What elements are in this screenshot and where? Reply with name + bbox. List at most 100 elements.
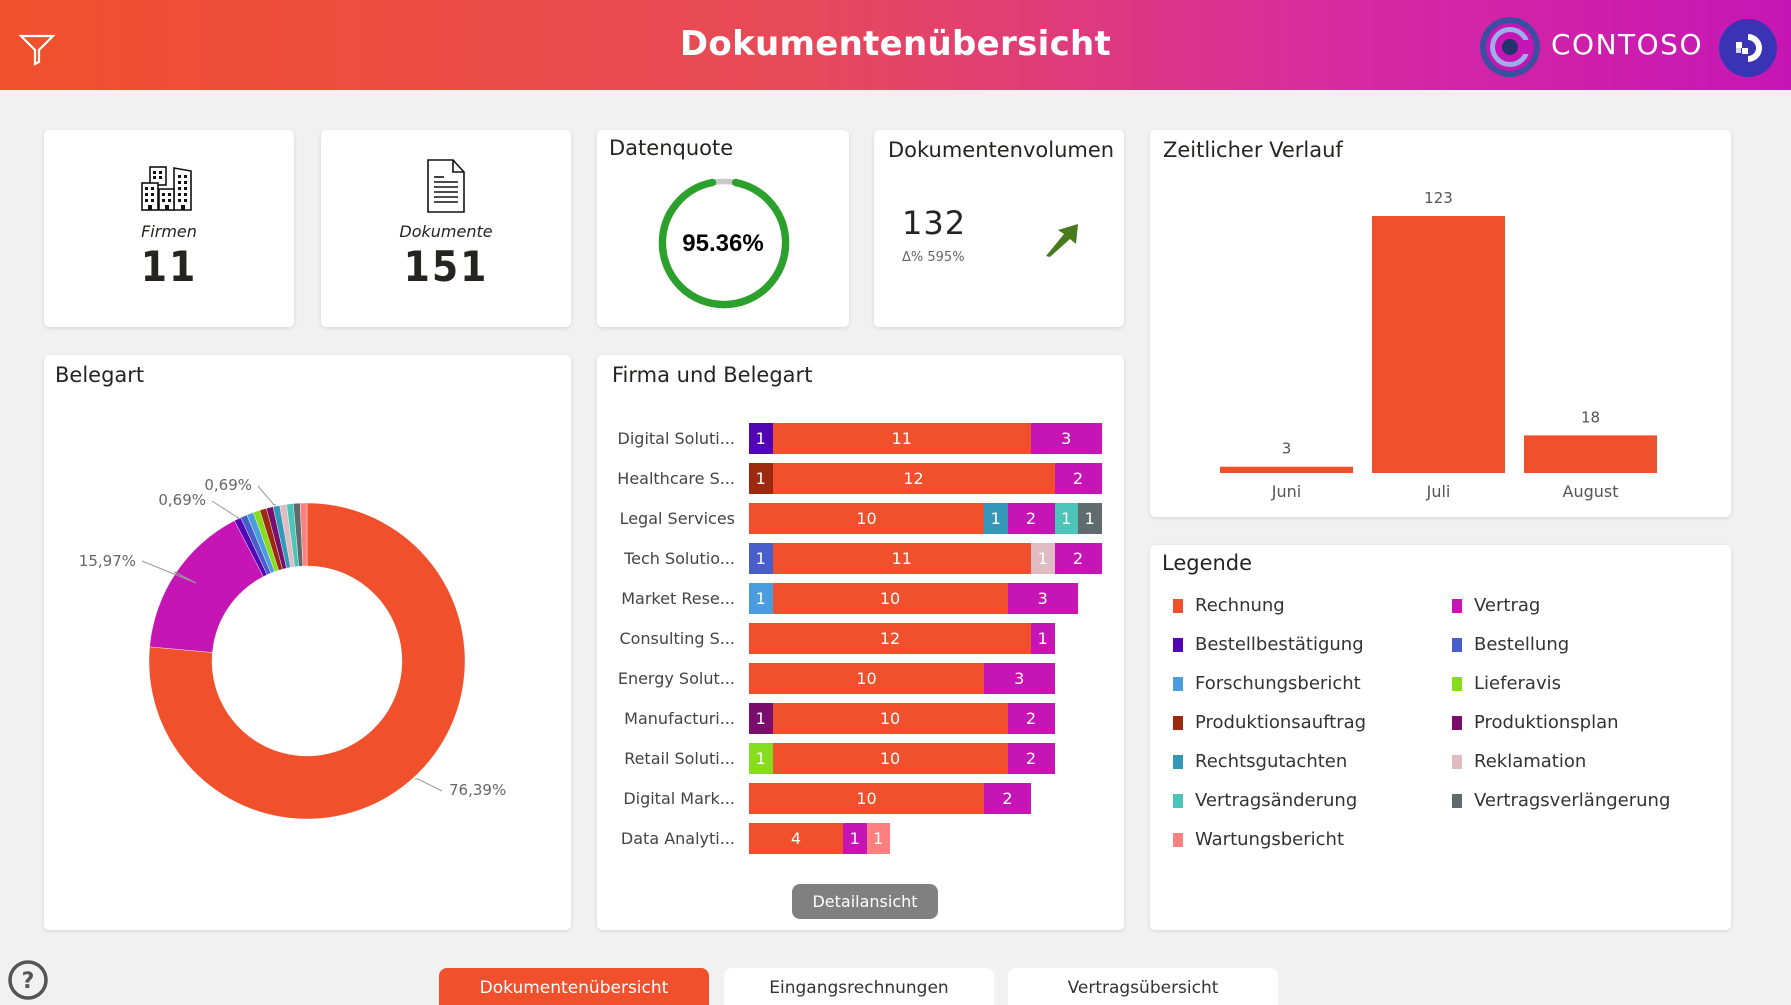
- kpi-card-volumen: Dokumentenvolumen 132 Δ% 595%: [874, 130, 1124, 327]
- legend-label: Vertrag: [1474, 595, 1541, 616]
- legend-item[interactable]: Produktionsplan: [1452, 712, 1619, 733]
- column-axis-label: August: [1563, 482, 1619, 501]
- legend-swatch: [1452, 754, 1462, 769]
- legend-swatch: [1173, 637, 1183, 652]
- legend-swatch: [1173, 598, 1183, 613]
- bar-category-label: Manufacturi...: [624, 709, 735, 728]
- kpi-value-firmen: 11: [140, 242, 198, 291]
- bar-segment[interactable]: 2: [1007, 743, 1055, 774]
- bar-segment[interactable]: 2: [1054, 543, 1102, 574]
- legend-item[interactable]: Produktionsauftrag: [1173, 712, 1366, 733]
- legend-item[interactable]: Wartungsbericht: [1173, 829, 1344, 850]
- kpi-label-dokumente: Dokumente: [399, 222, 493, 241]
- donut-chart: 76,39% 15,97% 0,69%0,69%: [79, 476, 506, 820]
- legend-item[interactable]: Bestellbestätigung: [1173, 634, 1364, 655]
- bar-segment[interactable]: 11: [772, 543, 1031, 574]
- legend-item[interactable]: Lieferavis: [1452, 673, 1561, 694]
- bar-segment[interactable]: 10: [772, 583, 1008, 614]
- legend-item[interactable]: Rechtsgutachten: [1173, 751, 1347, 772]
- bar-segment[interactable]: 10: [749, 783, 984, 814]
- bar-segment[interactable]: 2: [1007, 503, 1055, 534]
- bar-segment[interactable]: 1: [749, 743, 773, 774]
- bar-category-label: Market Rese...: [621, 589, 735, 608]
- bar-category-label: Digital Mark...: [623, 789, 735, 808]
- bar-segment[interactable]: 3: [984, 663, 1055, 694]
- bar-segment[interactable]: 2: [984, 783, 1031, 814]
- bar-segment[interactable]: 1: [1031, 543, 1055, 574]
- card-title-datenquote: Datenquote: [609, 136, 734, 160]
- svg-text:?: ?: [22, 969, 35, 994]
- bar-segment[interactable]: 10: [772, 703, 1008, 734]
- tab-dokumentenuebersicht[interactable]: Dokumentenübersicht: [439, 968, 709, 1005]
- bar-segment[interactable]: 1: [749, 463, 773, 494]
- column-bar-juli[interactable]: [1372, 216, 1505, 473]
- legend-label: Lieferavis: [1474, 673, 1561, 694]
- bar-segment[interactable]: 2: [1007, 703, 1055, 734]
- bar-segment[interactable]: 12: [772, 463, 1055, 494]
- stacked-bar-chart: Digital Soluti... 1 11 3 Healthcare S... 1 12 2…: [597, 355, 1124, 930]
- column-bar-juni[interactable]: [1220, 466, 1353, 473]
- kpi-card-firmen: Firmen 11: [44, 130, 294, 327]
- bar-segment[interactable]: 10: [749, 663, 984, 694]
- legend-swatch: [1452, 676, 1462, 691]
- bar-segment[interactable]: 12: [749, 623, 1031, 654]
- bar-segment[interactable]: 1: [749, 703, 773, 734]
- legend-swatch: [1173, 793, 1183, 808]
- column-data-label: 3: [1282, 440, 1292, 458]
- bar-segment[interactable]: 1: [749, 583, 773, 614]
- card-legende: Legende Rechnung Vertrag Bestellbestätigun…: [1150, 545, 1731, 930]
- legend-label: Produktionsauftrag: [1195, 712, 1367, 733]
- legend-item[interactable]: Reklamation: [1452, 751, 1586, 772]
- tab-vertragsuebersicht[interactable]: Vertragsübersicht: [1008, 968, 1278, 1005]
- legend-item[interactable]: Vertragsänderung: [1173, 790, 1357, 811]
- card-zeitlicher-verlauf: Zeitlicher Verlauf 3 Juni 123 Juli 18 August: [1150, 130, 1731, 517]
- column-bar-august[interactable]: [1524, 435, 1657, 473]
- kpi-card-datenquote: Datenquote 95.36%: [597, 130, 849, 327]
- legend-label: Forschungsbericht: [1195, 673, 1361, 694]
- legend-item[interactable]: Vertragsverlängerung: [1452, 790, 1670, 811]
- legend-label: Rechtsgutachten: [1195, 751, 1348, 772]
- bar-segment[interactable]: 1: [984, 503, 1008, 534]
- bar-segment[interactable]: 1: [749, 423, 773, 454]
- tab-eingangsrechnungen[interactable]: Eingangsrechnungen: [724, 968, 994, 1005]
- exit-icon[interactable]: [1718, 18, 1778, 78]
- legend-item[interactable]: Bestellung: [1452, 634, 1569, 655]
- card-title-legende: Legende: [1162, 551, 1253, 575]
- bar-category-label: Legal Services: [619, 509, 735, 528]
- legend-swatch: [1452, 598, 1462, 613]
- bar-segment[interactable]: 10: [772, 743, 1008, 774]
- bar-segment[interactable]: 1: [1031, 623, 1055, 654]
- kpi-value-dokumente: 151: [403, 242, 489, 291]
- legend-label: Produktionsplan: [1474, 712, 1619, 733]
- legend-label: Vertragsverlängerung: [1474, 790, 1671, 811]
- bar-segment[interactable]: 4: [749, 823, 843, 854]
- brand-name: CONTOSO: [1551, 28, 1703, 61]
- bar-segment[interactable]: 1: [1078, 503, 1102, 534]
- legend-label: Wartungsbericht: [1195, 829, 1345, 850]
- volume-delta: Δ% 595%: [902, 250, 965, 265]
- bar-category-label: Tech Solutio...: [624, 549, 735, 568]
- legend-item[interactable]: Rechnung: [1173, 595, 1285, 616]
- bar-category-label: Data Analyti...: [620, 829, 735, 848]
- bar-segment[interactable]: 11: [772, 423, 1031, 454]
- help-icon[interactable]: ?: [6, 958, 50, 1002]
- gauge-value: 95.36%: [682, 230, 764, 257]
- bar-segment[interactable]: 1: [843, 823, 867, 854]
- bar-category-label: Digital Soluti...: [617, 429, 735, 448]
- bar-segment[interactable]: 3: [1031, 423, 1102, 454]
- legend-swatch: [1173, 676, 1183, 691]
- bar-segment[interactable]: 1: [749, 543, 773, 574]
- bar-segment[interactable]: 2: [1054, 463, 1102, 494]
- bar-segment[interactable]: 1: [866, 823, 890, 854]
- donut-data-label: 0,69%: [158, 491, 206, 509]
- column-data-label: 18: [1581, 408, 1600, 426]
- detail-view-button[interactable]: Detailansicht: [792, 884, 938, 919]
- legend-item[interactable]: Vertrag: [1452, 595, 1540, 616]
- bar-segment[interactable]: 3: [1007, 583, 1078, 614]
- legend-swatch: [1173, 832, 1183, 847]
- bar-segment[interactable]: 10: [749, 503, 984, 534]
- trend-up-arrow-icon: [1046, 224, 1078, 257]
- column-data-label: 123: [1424, 189, 1453, 207]
- bar-segment[interactable]: 1: [1054, 503, 1078, 534]
- legend-item[interactable]: Forschungsbericht: [1173, 673, 1361, 694]
